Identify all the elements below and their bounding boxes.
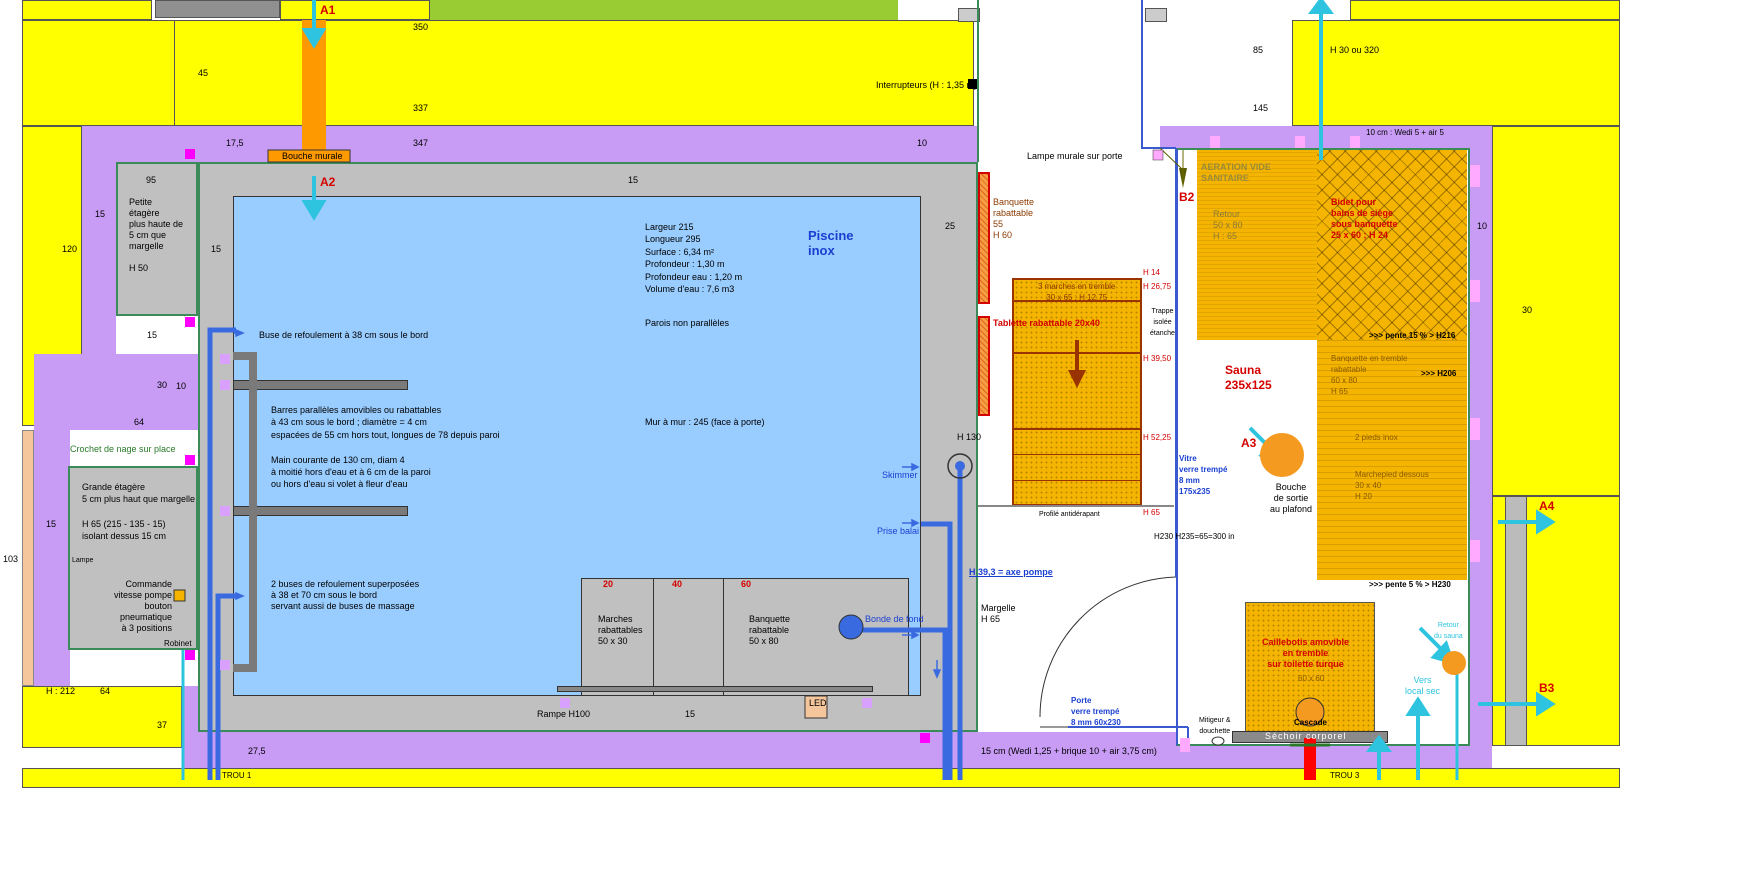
bouche-murale-label: Bouche murale — [282, 151, 343, 161]
h14-label: H 14 — [1143, 268, 1160, 277]
wedi5-label: 10 cm : Wedi 5 + air 5 — [1366, 128, 1444, 137]
dim-10c: 10 — [1477, 221, 1488, 231]
mitigeur-label: Mitigeur & douchette — [1199, 717, 1231, 735]
sechoir-label: Séchoir corporel — [1265, 731, 1347, 741]
tablette-label: Tablette rabattable 20x40 — [993, 318, 1100, 328]
verre-60-label: Porte verre trempé 8 mm 60x230 — [1071, 696, 1121, 727]
step-60: 60 — [741, 579, 752, 589]
piscine-label: Piscine inox — [808, 228, 854, 258]
wedi-bottom-label: 15 cm (Wedi 1,25 + brique 10 + air 3,75 … — [981, 746, 1157, 756]
led-label: LED — [809, 698, 827, 708]
bonde-label: Bonde de fond — [865, 614, 924, 624]
step-20: 20 — [603, 579, 614, 589]
h39-3-label: H 39,3 = axe pompe — [969, 567, 1053, 577]
dim-85: 85 — [1253, 45, 1264, 55]
marker-b3: B3 — [1539, 681, 1555, 695]
crochet-label: Crochet de nage sur place — [70, 444, 176, 454]
dim-27-5: 27,5 — [248, 746, 266, 756]
rampe-label: Rampe H100 — [537, 709, 591, 719]
parois-label: Parois non parallèles — [645, 318, 730, 328]
dim-15d: 15 — [147, 330, 158, 340]
h206-label: >>> H206 — [1421, 369, 1457, 378]
dim-347: 347 — [413, 138, 429, 148]
diagram-overlay — [173, 0, 1556, 780]
dim-15c: 15 — [211, 244, 222, 254]
trou3-label: TROU 3 — [1330, 771, 1360, 780]
dim-95: 95 — [146, 175, 157, 185]
h26-label: H 26,75 — [1143, 282, 1172, 291]
vitre-label: Vitre verre trempé 8 mm 175x235 — [1179, 454, 1228, 496]
petite-etagere-label: Petite étagère plus haute de 5 cm que ma… — [129, 197, 184, 273]
dim-350: 350 — [413, 22, 429, 32]
pieds-label: 2 pieds inox — [1355, 433, 1398, 442]
h52-label: H 52,25 — [1143, 433, 1172, 442]
margelle-label: Margelle H 65 — [981, 603, 1016, 624]
dim-120: 120 — [62, 244, 78, 254]
dim-337: 337 — [413, 103, 429, 113]
h130-label: H 130 — [957, 432, 982, 442]
dim-64b: 64 — [100, 686, 111, 696]
bouche-sortie-label: Bouche de sortie au plafond — [1270, 482, 1313, 514]
marker-a3: A3 — [1241, 436, 1257, 450]
vers-local-label: Vers local sec — [1405, 675, 1441, 696]
barres-label: Barres parallèles amovibles ou rabattabl… — [271, 405, 500, 490]
marker-b2: B2 — [1179, 190, 1195, 204]
h65-label: H 65 — [1143, 508, 1160, 517]
dim-15e: 15 — [46, 519, 57, 529]
marker-a1: A1 — [320, 3, 336, 17]
buse-refoulement-label: Buse de refoulement à 38 cm sous le bord — [259, 330, 429, 340]
marchepied-label: Marchepied dessous 30 x 40 H 20 — [1355, 470, 1429, 501]
banquette-tremble-label: Banquette en tremble rabattable 60 x 80 … — [1331, 354, 1408, 396]
trou1-label: TROU 1 — [222, 771, 252, 780]
pool-specs-label: Largeur 215 Longueur 295 Surface : 6,34 … — [645, 222, 743, 295]
lampe-label: Lampe — [72, 557, 94, 564]
robinet-label: Robinet — [164, 639, 192, 648]
caillebotis-label: Caillebotis amovible en tremble sur toil… — [1262, 637, 1350, 669]
sauna-label: Sauna 235x125 — [1225, 363, 1272, 392]
h39-label: H 39,50 — [1143, 354, 1172, 363]
dim-25: 25 — [945, 221, 956, 231]
cascade-label: Cascade — [1294, 718, 1327, 727]
dim-17-5: 17,5 — [226, 138, 244, 148]
caillebotis-dim: 60 x 60 — [1298, 674, 1325, 683]
skimmer-label: Skimmer — [882, 470, 918, 480]
marker-a4: A4 — [1539, 499, 1555, 513]
dim-10a: 10 — [917, 138, 928, 148]
bidet-label: Bidet pour bains de siège sous banquette… — [1331, 197, 1398, 240]
dim-103: 103 — [3, 554, 19, 564]
prise-balai-label: Prise balai — [877, 526, 920, 536]
trappe-label: Trappe isolée étanche — [1150, 308, 1175, 337]
step-40: 40 — [672, 579, 683, 589]
aeration-label: AERATION VIDE SANITAIRE — [1201, 162, 1271, 183]
dim-15a: 15 — [628, 175, 639, 185]
dim-15f: 15 — [685, 709, 696, 719]
dim-h30-320: H 30 ou 320 — [1330, 45, 1380, 55]
banquette-55-label: Banquette rabattable 55 H 60 — [993, 197, 1035, 240]
dim-37: 37 — [157, 720, 168, 730]
dim-30: 30 — [157, 380, 168, 390]
retour-sauna-label: Retour du sauna — [1434, 622, 1463, 640]
retour-label: Retour 50 x 80 H : 65 — [1213, 209, 1243, 241]
marches-label: Marches rabattables 50 x 30 — [598, 614, 643, 646]
profile-label: Profilé antidérapant — [1039, 511, 1100, 518]
grande-etagere-label: Grande étagère 5 cm plus haut que margel… — [82, 482, 196, 541]
dim-30b: 30 — [1522, 305, 1533, 315]
dim-64a: 64 — [134, 417, 145, 427]
dim-10b: 10 — [176, 381, 187, 391]
deux-buses-label: 2 buses de refoulement superposées à 38 … — [271, 579, 420, 611]
dim-15b: 15 — [95, 209, 106, 219]
lampe-murale-label: Lampe murale sur porte — [1027, 151, 1123, 161]
dim-212: H : 212 — [46, 686, 76, 696]
h230-label: H230 H235=65=300 in — [1154, 532, 1235, 541]
marker-a2: A2 — [320, 175, 336, 189]
dim-145: 145 — [1253, 103, 1269, 113]
commande-label: Commande vitesse pompe bouton pneumatiqu… — [113, 579, 172, 633]
pente5-label: >>> pente 5 % > H230 — [1369, 580, 1451, 589]
mur-a-mur-label: Mur à mur : 245 (face à porte) — [645, 417, 765, 427]
pente15-label: >>> pente 15 % > H216 — [1369, 331, 1456, 340]
marches-tremble-label: 3 marches en tremble 30 x 65 ; H 12,75 — [1038, 282, 1116, 302]
interrupteurs-label: Interrupteurs (H : 1,35 m) — [876, 80, 978, 90]
dim-45: 45 — [198, 68, 209, 78]
banquette-rab-label: Banquette rabattable 50 x 80 — [749, 614, 791, 646]
